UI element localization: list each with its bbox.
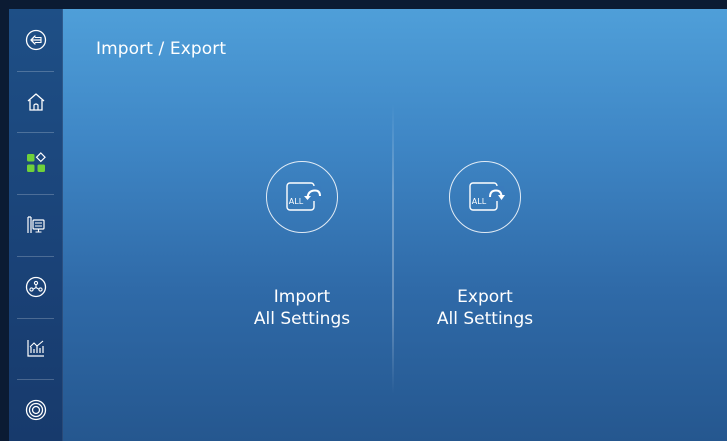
export-circle: ALL [449, 161, 521, 233]
export-label-line1: Export [457, 287, 513, 307]
import-circle: ALL [266, 161, 338, 233]
import-label-line1: Import [273, 287, 331, 307]
main-panel: Import / Export ALL Import All Settings [63, 9, 727, 441]
page-title: Import / Export [96, 39, 227, 59]
apps-grid-icon [26, 152, 46, 173]
sidebar [9, 9, 63, 441]
app-frame: Import / Export ALL Import All Settings [9, 9, 727, 441]
sidebar-item-target[interactable] [9, 379, 62, 441]
export-all-settings-button[interactable]: ALL Export All Settings [405, 161, 565, 330]
export-label: Export All Settings [437, 286, 533, 330]
device-monitor-icon [26, 216, 45, 234]
export-all-badge: ALL [472, 197, 487, 206]
chart-icon [26, 340, 44, 358]
home-icon [27, 92, 44, 111]
sidebar-item-device[interactable] [9, 194, 62, 256]
sidebar-item-back[interactable] [9, 9, 62, 71]
network-icon [25, 276, 46, 297]
sidebar-item-statistics[interactable] [9, 317, 62, 380]
target-icon [25, 400, 46, 421]
import-all-settings-button[interactable]: ALL Import All Settings [222, 161, 382, 330]
back-arrow-icon [25, 29, 46, 51]
import-label-line2: All Settings [253, 309, 351, 329]
sidebar-item-network[interactable] [9, 255, 62, 318]
export-all-icon: ALL [469, 182, 505, 211]
sidebar-item-home[interactable] [9, 70, 62, 133]
import-label: Import All Settings [254, 286, 350, 330]
import-all-icon: ALL [286, 182, 321, 211]
export-label-line2: All Settings [436, 309, 534, 329]
screen: Import / Export ALL Import All Settings [0, 0, 727, 441]
sidebar-item-apps[interactable] [9, 132, 62, 194]
center-divider [392, 104, 394, 394]
import-all-badge: ALL [289, 197, 304, 206]
